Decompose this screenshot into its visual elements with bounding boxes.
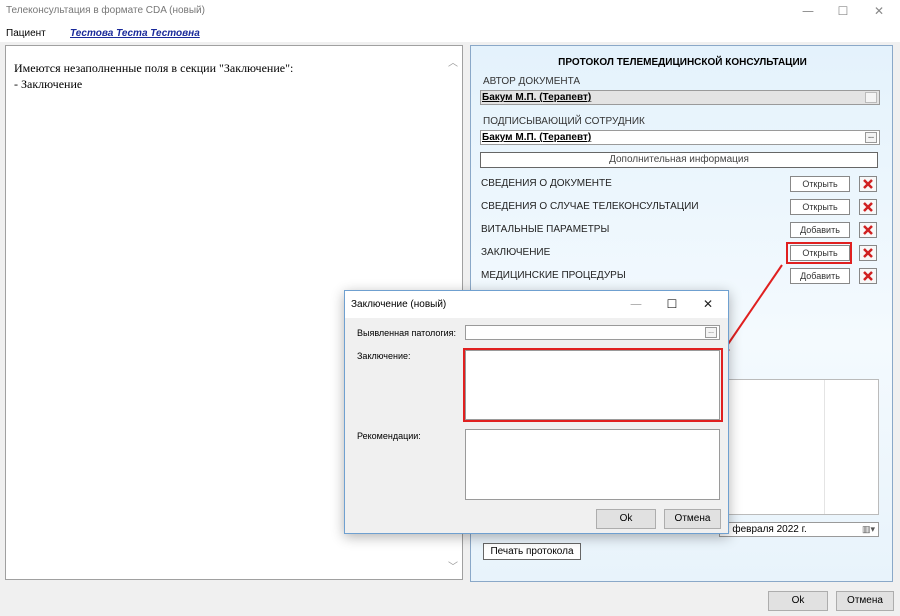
section-delete-case-button[interactable] [859,199,877,215]
minimize-button[interactable]: — [793,2,823,20]
section-open-document-button[interactable]: Открыть [790,176,850,192]
author-field: Бакум М.П. (Терапевт) [480,90,880,105]
delete-icon [863,225,873,235]
author-label: АВТОР ДОКУМЕНТА [483,76,581,87]
section-delete-vitals-button[interactable] [859,222,877,238]
conclusion-dialog: Заключение (новый) — ☐ ✕ Выявленная пато… [344,290,729,534]
window-title: Телеконсультация в формате CDA (новый) [6,5,205,16]
scroll-up-arrow-icon[interactable]: ︿ [448,54,458,69]
validation-message-item: - Заключение [14,77,83,91]
calendar-dropdown-icon[interactable]: ▥▾ [862,523,875,536]
dialog-minimize-button[interactable]: — [623,295,649,313]
author-value: Бакум М.П. (Терапевт) [482,92,592,103]
patient-label: Пациент [6,28,46,39]
date-field[interactable]: 2 февраля 2022 г. ▥▾ [719,522,879,537]
recommendations-label: Рекомендации: [357,431,421,441]
pathology-picker-button[interactable]: ... [705,327,717,338]
signer-field[interactable]: Бакум М.П. (Терапевт) ... [480,130,880,145]
date-value: 2 февраля 2022 г. [724,524,807,535]
protocol-title: ПРОТОКОЛ ТЕЛЕМЕДИЦИНСКОЙ КОНСУЛЬТАЦИИ [558,57,807,68]
signer-value: Бакум М.П. (Терапевт) [482,132,592,143]
dialog-ok-button[interactable]: Ok [596,509,656,529]
delete-icon [863,202,873,212]
validation-message: Имеются незаполненные поля в секции "Зак… [14,60,293,92]
extra-info-button[interactable]: Дополнительная информация [480,152,878,168]
patient-bar: Пациент Тестова Теста Тестовна [0,26,900,42]
section-delete-conclusion-button[interactable] [859,245,877,261]
author-picker-button [865,92,877,103]
conclusion-label: Заключение: [357,351,411,361]
dialog-maximize-button[interactable]: ☐ [659,295,685,313]
section-delete-document-button[interactable] [859,176,877,192]
delete-icon [863,248,873,258]
delete-icon [863,271,873,281]
signer-picker-button[interactable]: ... [865,132,877,143]
section-label-case: СВЕДЕНИЯ О СЛУЧАЕ ТЕЛЕКОНСУЛЬТАЦИИ [481,201,699,212]
protocol-grid [719,379,879,515]
section-label-procedures: МЕДИЦИНСКИЕ ПРОЦЕДУРЫ [481,270,626,281]
section-add-vitals-button[interactable]: Добавить [790,222,850,238]
section-label-document: СВЕДЕНИЯ О ДОКУМЕНТЕ [481,178,612,189]
maximize-button[interactable]: ☐ [828,2,858,20]
section-label-conclusion: ЗАКЛЮЧЕНИЕ [481,247,551,258]
section-delete-procedures-button[interactable] [859,268,877,284]
pathology-input[interactable]: ... [465,325,720,340]
grid-divider [824,380,825,514]
section-open-case-button[interactable]: Открыть [790,199,850,215]
patient-name-link[interactable]: Тестова Теста Тестовна [70,28,200,39]
conclusion-open-highlight [786,242,852,264]
section-label-vitals: ВИТАЛЬНЫЕ ПАРАМЕТРЫ [481,224,610,235]
scroll-down-arrow-icon[interactable]: ﹀ [448,558,458,573]
dialog-close-button[interactable]: ✕ [695,295,721,313]
recommendations-textarea[interactable] [465,429,720,500]
print-protocol-button[interactable]: Печать протокола [483,543,581,560]
footer-bar: Ok Отмена [0,590,900,616]
dialog-title: Заключение (новый) [351,299,447,310]
ok-button[interactable]: Ok [768,591,828,611]
dialog-titlebar: Заключение (новый) — ☐ ✕ [345,291,728,318]
conclusion-textarea-highlight [463,348,723,422]
dialog-cancel-button[interactable]: Отмена [664,509,721,529]
window-titlebar: Телеконсультация в формате CDA (новый) —… [0,0,900,22]
pathology-label: Выявленная патология: [357,328,457,338]
delete-icon [863,179,873,189]
close-button[interactable]: ✕ [864,2,894,20]
cancel-button[interactable]: Отмена [836,591,894,611]
validation-message-line: Имеются незаполненные поля в секции "Зак… [14,61,294,75]
signer-label: ПОДПИСЫВАЮЩИЙ СОТРУДНИК [483,116,645,127]
section-add-procedures-button[interactable]: Добавить [790,268,850,284]
